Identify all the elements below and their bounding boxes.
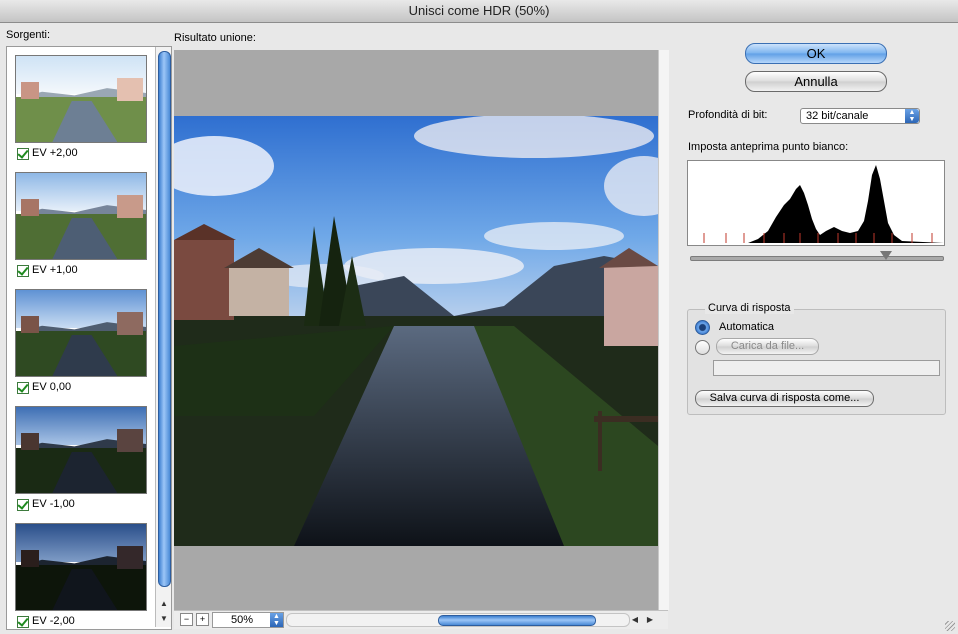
source-checkbox[interactable] (17, 148, 29, 160)
scroll-up-arrow-icon[interactable]: ▲ (157, 597, 171, 610)
response-curve-title: Curva di risposta (705, 302, 794, 314)
white-point-slider[interactable] (690, 256, 944, 261)
white-point-slider-thumb[interactable] (880, 251, 892, 260)
histogram (687, 160, 945, 246)
resize-grip-icon[interactable] (945, 621, 955, 631)
zoom-out-button[interactable]: − (180, 613, 193, 626)
curve-file-path-field (713, 360, 940, 376)
source-label: EV +2,00 (32, 147, 78, 159)
scroll-down-arrow-icon[interactable]: ▼ (157, 612, 171, 625)
source-checkbox[interactable] (17, 616, 29, 628)
source-thumbnail[interactable] (15, 406, 147, 494)
load-from-file-radio[interactable] (695, 340, 710, 355)
preview-label: Risultato unione: (174, 32, 256, 44)
zoom-stepper-icon[interactable]: ▲ ▼ (270, 613, 283, 627)
source-label: EV +1,00 (32, 264, 78, 276)
select-arrows-icon: ▲ ▼ (905, 109, 919, 123)
zoom-level-field[interactable]: 50% ▲ ▼ (212, 612, 284, 628)
bit-depth-label: Profondità di bit: (688, 109, 768, 121)
load-from-file-button[interactable]: Carica da file... (716, 338, 819, 355)
source-item[interactable]: EV +1,00 (7, 164, 159, 281)
source-item[interactable]: EV 0,00 (7, 281, 159, 398)
sources-list: EV +2,00 EV +1,00 EV 0,00 EV -1,00 EV -2… (6, 46, 172, 630)
preview-scroll-thumb[interactable] (438, 615, 596, 626)
source-item[interactable]: EV -2,00 (7, 515, 159, 629)
source-checkbox[interactable] (17, 265, 29, 277)
scroll-right-arrow-icon[interactable]: ▶ (643, 613, 657, 626)
source-checkbox[interactable] (17, 382, 29, 394)
sources-scroll-thumb[interactable] (158, 51, 171, 587)
preview-image (174, 116, 658, 546)
zoom-in-button[interactable]: + (196, 613, 209, 626)
scroll-left-arrow-icon[interactable]: ◀ (628, 613, 642, 626)
source-thumbnail[interactable] (15, 289, 147, 377)
source-thumbnail[interactable] (15, 523, 147, 611)
white-point-label: Imposta anteprima punto bianco: (688, 141, 849, 153)
source-thumbnail[interactable] (15, 55, 147, 143)
source-label: EV -2,00 (32, 615, 75, 627)
automatic-radio[interactable] (695, 320, 710, 335)
source-item[interactable]: EV -1,00 (7, 398, 159, 515)
histogram-graph (688, 165, 944, 243)
landscape-image (174, 116, 658, 546)
automatic-label: Automatica (719, 321, 775, 333)
source-thumbnail[interactable] (15, 172, 147, 260)
preview-toolbar: − + 50% ▲ ▼ ◀ ▶ (174, 610, 668, 629)
sources-label: Sorgenti: (6, 29, 51, 41)
ok-button[interactable]: OK (745, 43, 887, 64)
sources-scrollbar[interactable]: ▲ ▼ (155, 47, 171, 627)
bit-depth-select[interactable]: 32 bit/canale ▲ ▼ (800, 108, 920, 124)
preview-vertical-scrollbar[interactable] (658, 50, 669, 610)
zoom-level-value: 50% (231, 614, 254, 626)
bit-depth-value: 32 bit/canale (806, 110, 869, 122)
cancel-button[interactable]: Annulla (745, 71, 887, 92)
save-response-curve-button[interactable]: Salva curva di risposta come... (695, 390, 874, 407)
source-item[interactable]: EV +2,00 (7, 47, 159, 164)
source-label: EV 0,00 (32, 381, 72, 393)
source-checkbox[interactable] (17, 499, 29, 511)
source-label: EV -1,00 (32, 498, 75, 510)
merge-preview[interactable] (174, 50, 658, 610)
window-title: Unisci come HDR (50%) (0, 0, 958, 23)
